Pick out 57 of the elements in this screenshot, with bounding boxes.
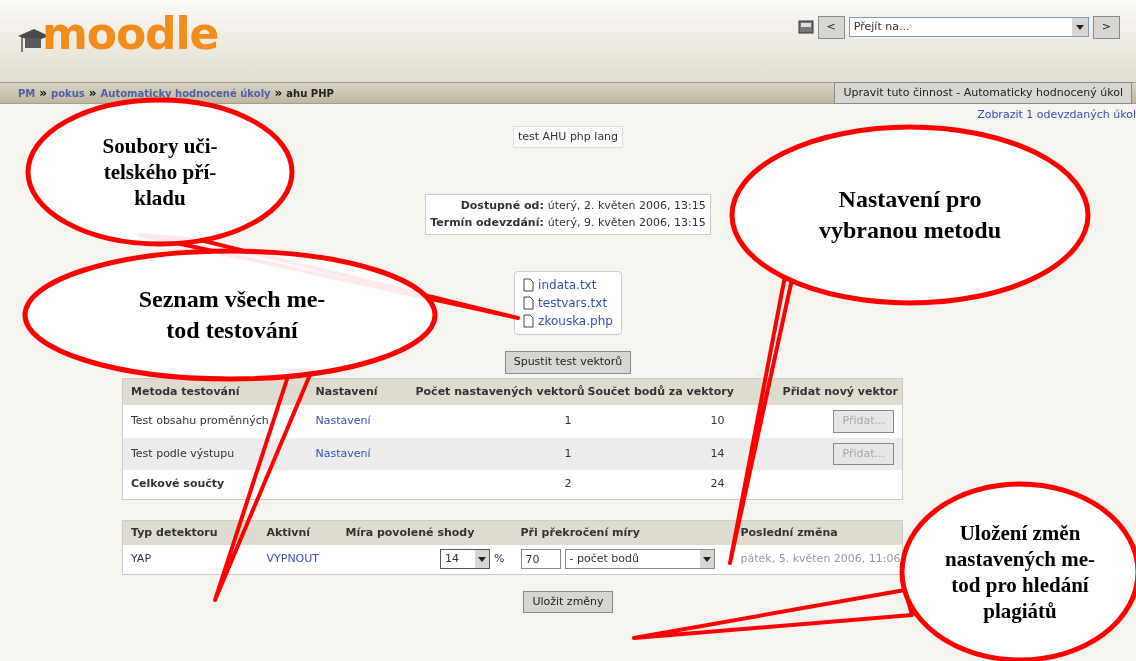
column-header: Míra povolené shody (337, 520, 513, 545)
column-header: Aktivní (242, 520, 338, 545)
previous-button[interactable]: < (817, 16, 845, 39)
callout-text: Nastavení pro vybranou metodu (818, 185, 1002, 245)
moodle-logo: moodle (42, 12, 219, 56)
column-header: Nastavení (307, 378, 408, 405)
file-icon (523, 314, 535, 328)
table-cell: YAP (122, 545, 243, 574)
file-link[interactable]: indata.txt (538, 276, 597, 294)
dropdown-icon (1071, 18, 1088, 37)
save-changes-button[interactable]: Uložit změny (523, 590, 613, 613)
table-cell: 1 (407, 405, 588, 438)
file-icon (523, 296, 535, 310)
breadcrumb-separator: » (39, 85, 48, 102)
dropdown-icon (699, 550, 714, 569)
column-header: Součet bodů za vektory (587, 378, 773, 405)
points-input[interactable]: 70 (520, 549, 561, 570)
edit-activity-button[interactable]: Upravit tuto činnost - Automaticky hodnocený úkol (834, 81, 1132, 105)
callout-text: Soubory uči- telského pří- kladu (101, 133, 219, 211)
disable-link[interactable]: VYPNOUT (266, 552, 320, 565)
threshold-select[interactable]: 14 (440, 549, 491, 570)
table-cell: 2 (407, 470, 588, 499)
date-label: Dostupné od: (459, 198, 544, 214)
date-label: Termín odevzdání: (430, 214, 544, 231)
date-value: úterý, 9. květen 2006, 13:15 (547, 214, 706, 231)
run-tests-button[interactable]: Spustit test vektorů (504, 351, 632, 374)
table-cell: 10 (587, 405, 773, 438)
description-box: test AHU php lang (512, 125, 624, 148)
file-link[interactable]: zkouska.php (538, 312, 613, 330)
column-header: Počet nastavených vektorů (407, 378, 588, 405)
file-link[interactable]: testvars.txt (538, 294, 608, 312)
table-cell: Test obsahu proměnných (122, 405, 308, 438)
column-header: Při překročení míry (512, 520, 733, 545)
breadcrumb-separator: » (88, 85, 97, 102)
jump-to-select[interactable]: Přejít na... (848, 17, 1089, 38)
breadcrumb-current: ahu PHP (286, 86, 334, 101)
dropdown-icon (475, 550, 490, 569)
column-header: Typ detektoru (122, 520, 243, 545)
next-button[interactable]: > (1092, 16, 1120, 39)
table-cell: 1 (407, 437, 588, 470)
submissions-link[interactable]: Zobrazit 1 odevzdaných úkol (977, 107, 1136, 124)
percent-unit: % (494, 551, 505, 567)
column-header: Poslední změna (732, 520, 903, 545)
breadcrumb-separator: » (274, 85, 283, 102)
table-cell: Test podle výstupu (122, 437, 308, 470)
action-select[interactable]: - počet bodů (564, 549, 715, 570)
column-header: Přidat nový vektor (772, 378, 903, 405)
date-value: úterý, 2. květen 2006, 13:15 (547, 198, 706, 214)
table-cell: pátek, 5. květen 2006, 11:06 (732, 545, 903, 574)
table-cell: 24 (587, 470, 773, 499)
docked-block-icon[interactable] (797, 20, 814, 35)
breadcrumb-link[interactable]: PM (18, 85, 36, 101)
file-icon (523, 278, 535, 292)
callout-text: Uložení změn nastavených me- tod pro hledání plagiátů (944, 520, 1096, 624)
table-cell: 14 (587, 437, 773, 470)
table-cell: Celkové součty (122, 470, 308, 499)
callout-text: Seznam všech me- tod testování (137, 285, 327, 345)
